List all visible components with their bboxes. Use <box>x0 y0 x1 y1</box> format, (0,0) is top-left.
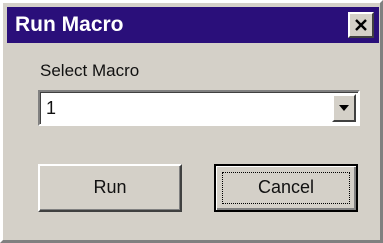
select-macro-label: Select Macro <box>40 61 140 80</box>
macro-select-value: 1 <box>46 98 57 118</box>
run-button-label: Run <box>93 177 127 197</box>
close-button[interactable] <box>348 12 374 38</box>
run-button[interactable]: Run <box>38 164 182 212</box>
title-bar: Run Macro <box>7 7 379 43</box>
chevron-down-icon <box>339 105 349 111</box>
close-icon <box>355 19 367 31</box>
cancel-button[interactable]: Cancel <box>214 164 358 212</box>
dialog-title: Run Macro <box>15 13 124 36</box>
cancel-button-label: Cancel <box>257 177 315 197</box>
macro-select[interactable]: 1 <box>38 90 360 126</box>
macro-select-dropdown-button[interactable] <box>332 94 356 122</box>
